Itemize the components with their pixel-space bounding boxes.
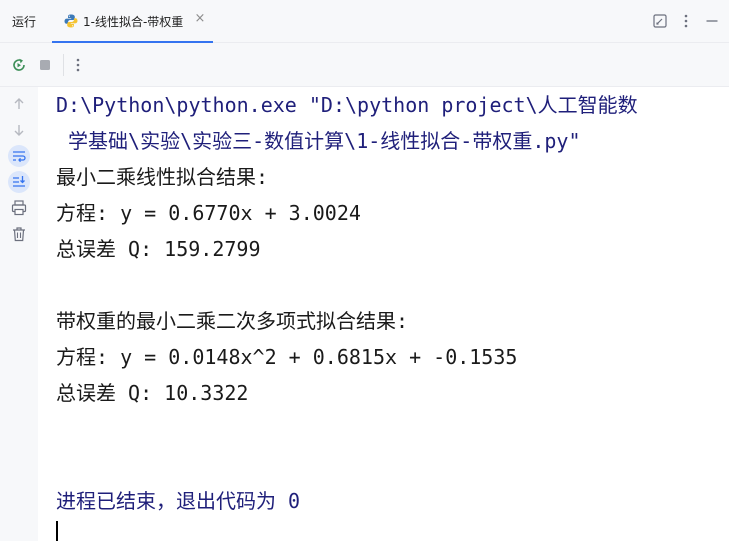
weighted-fit-header: 带权重的最小二乘二次多项式拟合结果: <box>56 309 409 333</box>
tab-label: 1-线性拟合-带权重 <box>83 15 184 29</box>
toolbar-separator <box>63 54 64 76</box>
scroll-to-end-icon[interactable] <box>8 171 30 193</box>
run-tool-window: 运行 1-线性拟合-带权重 × D:\Python\python.exe "D:… <box>0 0 729 541</box>
stop-icon[interactable] <box>36 56 54 74</box>
weighted-fit-error: 总误差 Q: 10.3322 <box>56 381 249 405</box>
arrow-up-icon[interactable] <box>8 93 30 115</box>
text-caret <box>56 521 58 541</box>
console-output[interactable]: D:\Python\python.exe "D:\python project\… <box>38 87 729 541</box>
print-icon[interactable] <box>8 197 30 219</box>
panel-title: 运行 <box>12 15 37 29</box>
trash-icon[interactable] <box>8 223 30 245</box>
close-icon[interactable]: × <box>193 12 207 26</box>
command-line-continued: 学基础\实验\实验三-数值计算\1-线性拟合-带权重.py" <box>56 129 581 153</box>
python-icon <box>64 14 78 28</box>
tab-run-config[interactable]: 1-线性拟合-带权重 × <box>52 0 213 43</box>
arrow-down-icon[interactable] <box>8 119 30 141</box>
minimize-icon[interactable] <box>703 12 721 30</box>
more-vertical-icon[interactable] <box>69 56 87 74</box>
weighted-fit-equation: 方程: y = 0.0148x^2 + 0.6815x + -0.1535 <box>56 345 518 369</box>
more-vertical-icon[interactable] <box>677 12 695 30</box>
run-toolbar <box>0 43 729 87</box>
process-exit-message: 进程已结束，退出代码为 0 <box>56 489 301 513</box>
linear-fit-equation: 方程: y = 0.6770x + 3.0024 <box>56 201 361 225</box>
linear-fit-header: 最小二乘线性拟合结果: <box>56 165 269 189</box>
rerun-icon[interactable] <box>10 56 28 74</box>
maximize-icon[interactable] <box>651 12 669 30</box>
console-side-toolbar <box>0 87 38 541</box>
command-line: D:\Python\python.exe "D:\python project\… <box>56 93 638 117</box>
soft-wrap-icon[interactable] <box>8 145 30 167</box>
linear-fit-error: 总误差 Q: 159.2799 <box>56 237 261 261</box>
tab-bar: 运行 1-线性拟合-带权重 × <box>0 0 729 43</box>
